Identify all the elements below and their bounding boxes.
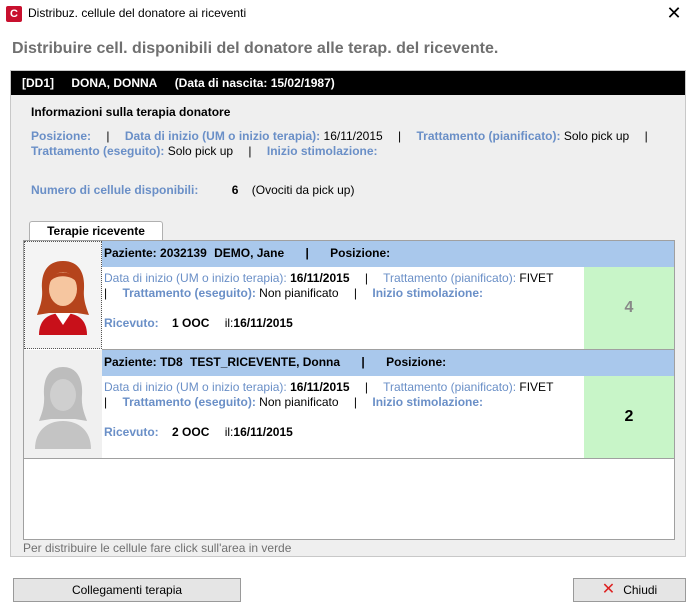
page-heading: Distribuire cell. disponibili del donato… bbox=[12, 40, 499, 57]
tratt-pian-value: FIVET bbox=[519, 380, 554, 394]
tratt-pian-value: FIVET bbox=[519, 271, 554, 285]
tratt-eseg-label: Trattamento (eseguito): bbox=[122, 395, 256, 409]
data-inizio-label: Data di inizio (UM o inizio terapia): bbox=[124, 129, 321, 143]
details-line-2: | Trattamento (eseguito): Non pianificat… bbox=[104, 286, 483, 300]
posizione-label: Posizione: bbox=[386, 355, 447, 369]
hint-text: Per distribuire le cellule fare click su… bbox=[23, 541, 292, 555]
window-close-button[interactable]: ✕ bbox=[664, 3, 684, 23]
close-button-label: Chiudi bbox=[623, 583, 658, 597]
data-inizio-label: Data di inizio (UM o inizio terapia): bbox=[104, 380, 287, 394]
recipient-card: Paziente: TD8 TEST_RICEVENTE, Donna | Po… bbox=[24, 350, 674, 458]
cells-note: (Ovociti da pick up) bbox=[251, 183, 355, 197]
donor-birth: (Data di nascita: 15/02/1987) bbox=[174, 76, 335, 90]
cells-count: 6 bbox=[231, 183, 239, 197]
tratt-eseg-label: Trattamento (eseguito): bbox=[31, 144, 165, 158]
ricevuto-label: Ricevuto: bbox=[104, 316, 159, 330]
app-logo-icon: C bbox=[6, 6, 22, 22]
tratt-pian-label: Trattamento (pianificato): bbox=[383, 380, 517, 394]
recipients-list: Paziente: 2032139 DEMO, Jane | Posizione… bbox=[23, 240, 675, 540]
main-panel: [DD1] DONA, DONNA (Data di nascita: 15/0… bbox=[10, 70, 686, 557]
tratt-pian-label: Trattamento (pianificato): bbox=[416, 129, 561, 143]
separator: | bbox=[644, 129, 648, 143]
therapy-links-button[interactable]: Collegamenti terapia bbox=[13, 578, 241, 602]
separator: | bbox=[106, 129, 110, 143]
il-value: 16/11/2015 bbox=[233, 425, 293, 439]
details-line-2: | Trattamento (eseguito): Non pianificat… bbox=[104, 395, 483, 409]
tratt-pian-value: Solo pick up bbox=[563, 129, 630, 143]
donor-therapy-info: Informazioni sulla terapia donatore Posi… bbox=[11, 95, 685, 207]
separator: | bbox=[248, 144, 252, 158]
donor-header: [DD1] DONA, DONNA (Data di nascita: 15/0… bbox=[11, 71, 685, 95]
tab-terapie-ricevente[interactable]: Terapie ricevente bbox=[29, 221, 163, 241]
female-avatar-icon bbox=[24, 241, 102, 349]
red-x-icon: ✕ bbox=[601, 581, 616, 598]
data-inizio-value: 16/11/2015 bbox=[323, 129, 383, 143]
data-inizio-value: 16/11/2015 bbox=[290, 380, 350, 394]
separator: | bbox=[104, 395, 108, 409]
details-line-3: Ricevuto: 1 OOC il:16/11/2015 bbox=[104, 316, 293, 330]
separator: | bbox=[104, 286, 108, 300]
recipient-details: Data di inizio (UM o inizio terapia): 16… bbox=[102, 376, 584, 458]
details-line-1: Data di inizio (UM o inizio terapia): 16… bbox=[104, 380, 553, 394]
info-title: Informazioni sulla terapia donatore bbox=[31, 105, 231, 119]
recipient-card: Paziente: 2032139 DEMO, Jane | Posizione… bbox=[24, 241, 674, 349]
recipient-header: Paziente: TD8 TEST_RICEVENTE, Donna | Po… bbox=[102, 350, 674, 376]
distribute-area[interactable]: 2 bbox=[584, 376, 674, 458]
person-silhouette-icon bbox=[24, 350, 102, 458]
patient-id: TD8 bbox=[160, 355, 183, 369]
stim-label: Inizio stimolazione: bbox=[266, 144, 378, 158]
patient-label: Paziente: bbox=[104, 355, 157, 369]
patient-label: Paziente: bbox=[104, 246, 157, 260]
separator: | bbox=[353, 286, 358, 300]
stim-label: Inizio stimolazione: bbox=[372, 286, 484, 300]
patient-name: TEST_RICEVENTE, Donna bbox=[190, 355, 341, 369]
separator: | bbox=[364, 271, 368, 285]
separator: | bbox=[305, 246, 309, 260]
separator: | bbox=[364, 380, 368, 394]
tratt-pian-label: Trattamento (pianificato): bbox=[383, 271, 517, 285]
window-titlebar: C Distribuz. cellule del donatore ai ric… bbox=[0, 0, 694, 28]
ricevuto-value: 2 OOC bbox=[172, 425, 210, 439]
tratt-eseg-value: Non pianificato bbox=[259, 286, 339, 300]
tratt-eseg-value: Non pianificato bbox=[259, 395, 339, 409]
tratt-eseg-value: Solo pick up bbox=[167, 144, 234, 158]
patient-name: DEMO, Jane bbox=[214, 246, 285, 260]
recipient-details: Data di inizio (UM o inizio terapia): 16… bbox=[102, 267, 584, 349]
separator: | bbox=[398, 129, 402, 143]
separator: | bbox=[361, 355, 365, 369]
cells-line: Numero di cellule disponibili: 6 (Ovocit… bbox=[31, 183, 354, 197]
posizione-label: Posizione: bbox=[31, 129, 92, 143]
ricevuto-value: 1 OOC bbox=[172, 316, 210, 330]
info-line-2: Trattamento (eseguito): Solo pick up | I… bbox=[31, 144, 378, 158]
details-line-3: Ricevuto: 2 OOC il:16/11/2015 bbox=[104, 425, 293, 439]
separator: | bbox=[353, 395, 358, 409]
details-line-1: Data di inizio (UM o inizio terapia): 16… bbox=[104, 271, 553, 285]
patient-id: 2032139 bbox=[160, 246, 207, 260]
distribute-area[interactable]: 4 bbox=[584, 267, 674, 349]
data-inizio-value: 16/11/2015 bbox=[290, 271, 350, 285]
tratt-eseg-label: Trattamento (eseguito): bbox=[122, 286, 256, 300]
window-title: Distribuz. cellule del donatore ai ricev… bbox=[28, 6, 247, 20]
recipient-header: Paziente: 2032139 DEMO, Jane | Posizione… bbox=[102, 241, 674, 267]
stim-label: Inizio stimolazione: bbox=[372, 395, 484, 409]
il-value: 16/11/2015 bbox=[233, 316, 293, 330]
info-line-1: Posizione: | Data di inizio (UM o inizio… bbox=[31, 129, 660, 143]
donor-code: [DD1] bbox=[22, 76, 54, 90]
data-inizio-label: Data di inizio (UM o inizio terapia): bbox=[104, 271, 287, 285]
posizione-label: Posizione: bbox=[330, 246, 391, 260]
cells-label: Numero di cellule disponibili: bbox=[31, 183, 199, 197]
donor-name: DONA, DONNA bbox=[71, 76, 158, 90]
close-button[interactable]: ✕ Chiudi bbox=[573, 578, 686, 602]
row-divider bbox=[24, 458, 674, 459]
ricevuto-label: Ricevuto: bbox=[104, 425, 159, 439]
